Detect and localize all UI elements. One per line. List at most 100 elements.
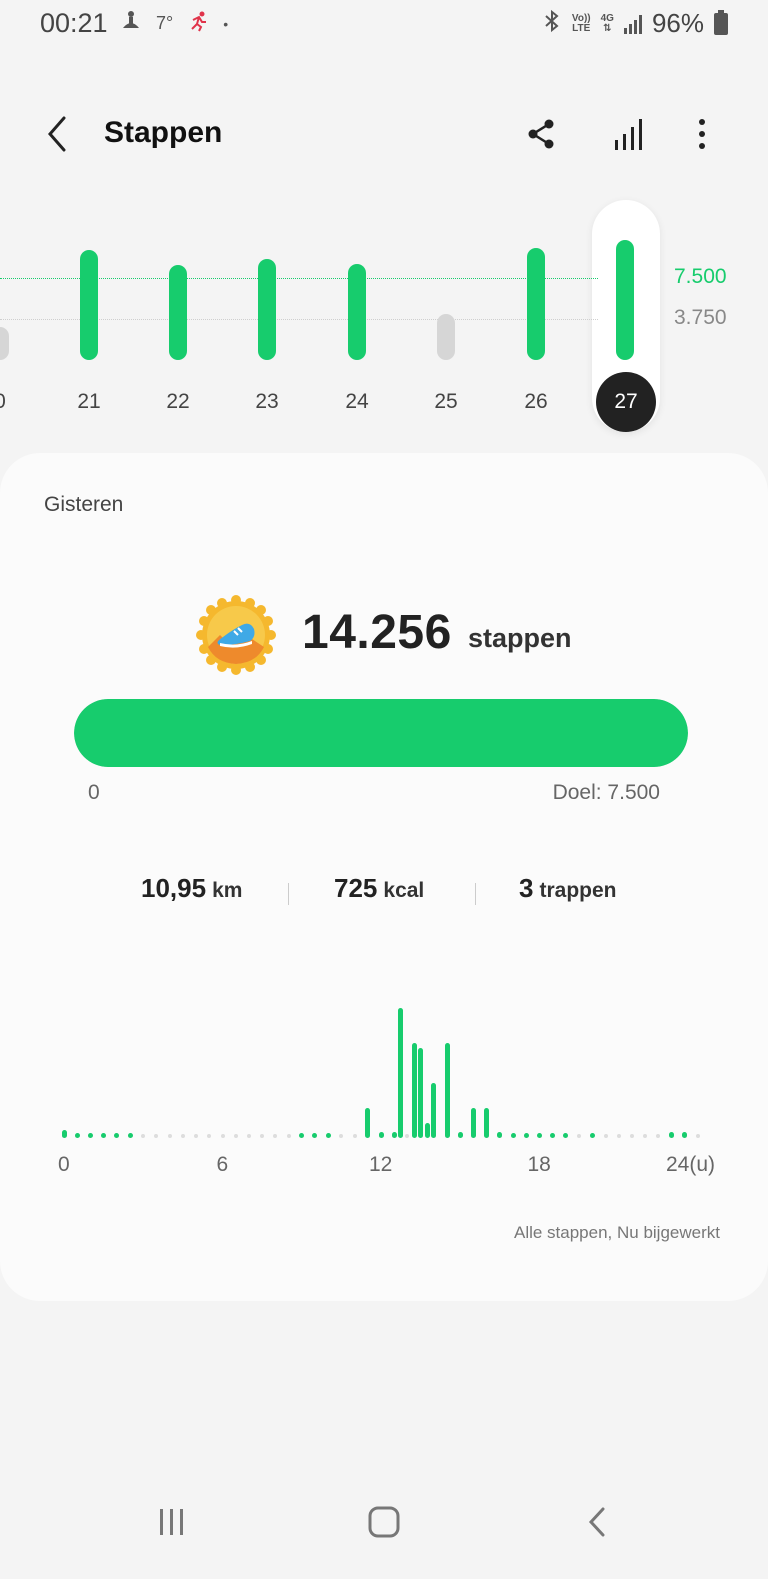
week-bar-22[interactable] [169,265,187,360]
week-day-label[interactable]: 23 [242,390,292,414]
week-bar-25[interactable] [437,314,455,360]
hour-bar [470,1108,476,1138]
hour-bar [325,1133,331,1138]
status-bar: 00:21 7° • Vo)) LTE 4G ⇅ 96% [0,0,768,48]
floors-value: 3 [519,873,534,903]
weekly-steps-chart[interactable]: 7.500 3.750 0 21 22 23 24 25 26 27 [0,195,768,440]
week-day-label[interactable]: 25 [421,390,471,414]
system-navigation-bar [0,1480,768,1570]
back-button[interactable] [40,112,80,156]
hour-baseline-dot [141,1134,146,1138]
status-temperature: 7° [156,13,174,33]
status-time: 00:21 [40,8,108,38]
hour-bar [411,1043,417,1138]
week-day-label[interactable]: 22 [153,390,203,414]
battery-icon [714,9,728,35]
week-bar-21[interactable] [80,249,98,360]
steps-count: 14.256 [302,606,452,659]
trends-button[interactable] [607,112,651,156]
steps-unit: stappen [468,623,572,653]
calories-stat: 725 kcal [334,873,424,904]
week-bar-26[interactable] [527,247,545,360]
bar-chart-icon [615,119,642,150]
hour-baseline-dot [220,1134,225,1138]
hour-bar [523,1133,529,1138]
hour-bar [312,1133,318,1138]
battery-percentage: 96% [651,8,704,38]
goal-progress-fill [74,699,688,767]
chevron-left-icon [48,116,66,152]
back-arrow-icon [588,1507,605,1537]
week-bar-27[interactable] [616,240,634,360]
week-day-label[interactable]: 26 [511,390,561,414]
network-4g-icon: 4G ⇅ [600,12,614,34]
hour-bar [398,1008,404,1138]
stat-divider [475,883,476,905]
system-back-button[interactable] [568,1500,628,1544]
hour-baseline-dot [233,1134,238,1138]
hour-bar [87,1133,93,1138]
hour-baseline-dot [260,1134,265,1138]
hour-bar [669,1132,675,1138]
hour-bar [378,1132,384,1138]
hour-baseline-dot [696,1134,700,1138]
hour-baseline-dot [352,1134,357,1138]
more-options-button[interactable] [680,112,724,156]
hour-baseline-dot [167,1134,172,1138]
half-goal-line-label: 3.750 [674,306,727,330]
hour-bar [114,1133,120,1138]
status-system-icons: Vo)) LTE 4G ⇅ 96% [542,8,728,39]
activity-stats: 10,95 km 725 kcal 3 trappen [0,873,768,913]
share-button[interactable] [519,112,563,156]
hour-baseline-dot [154,1134,159,1138]
hour-bar [457,1132,463,1138]
hour-baseline-dot [207,1134,212,1138]
goal-progress-bar [74,699,688,767]
week-day-label[interactable]: 21 [64,390,114,414]
progress-min-label: 0 [88,781,100,804]
week-day-label[interactable]: 0 [0,390,25,414]
selected-day-label[interactable]: 27 [596,372,656,432]
hour-baseline-dot [616,1134,621,1138]
home-button[interactable] [354,1500,414,1544]
hour-baseline-dot [246,1134,251,1138]
hour-axis-label: 18 [527,1153,551,1176]
hour-baseline-dot [643,1134,648,1138]
week-bar-24[interactable] [348,264,366,360]
week-bar-23[interactable] [258,258,276,360]
page-title: Stappen [104,116,223,149]
week-day-label[interactable]: 24 [332,390,382,414]
goal-line-label: 7.500 [674,265,727,289]
dot-icon: • [223,15,229,32]
hour-baseline-dot [603,1134,608,1138]
share-icon [528,119,554,149]
hourly-steps-chart: 0 6 12 18 24(u) [0,993,768,1193]
floors-stat: 3 trappen [519,873,616,904]
home-icon [368,1506,400,1538]
hour-bar [563,1133,569,1138]
hour-baseline-dot [339,1134,344,1138]
progress-goal-label: Doel: 7.500 [552,781,660,804]
hour-axis-label: 6 [216,1153,229,1176]
hour-bar [418,1048,424,1138]
bluetooth-icon [542,9,562,38]
daily-summary-card: Gisteren 14.256 stappen 0 Doel: 7.500 10… [0,453,768,1301]
calories-value: 725 [334,873,378,903]
distance-stat: 10,95 km [141,873,242,904]
hour-baseline-dot [656,1134,661,1138]
hour-baseline-dot [405,1134,410,1138]
app-bar: Stappen [0,100,768,170]
running-icon [187,10,209,37]
week-bar-0[interactable] [0,327,9,360]
hour-bar [510,1133,516,1138]
floors-unit: trappen [539,879,617,902]
recent-apps-button[interactable] [142,1500,202,1544]
hour-bar [484,1108,490,1138]
hour-bar [444,1043,450,1138]
hour-baseline-dot [629,1134,634,1138]
more-vertical-icon [699,119,705,149]
hour-bar [424,1123,430,1138]
hour-baseline-dot [577,1134,582,1138]
distance-value: 10,95 [141,873,207,903]
status-notification-icons: 7° • [120,10,228,37]
